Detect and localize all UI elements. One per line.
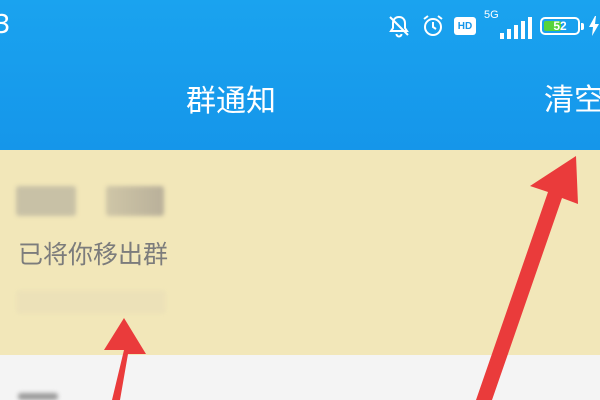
battery-level: 52 — [553, 19, 567, 33]
title-bar: 3 HD 5G 52 群通知 清空 — [0, 0, 600, 150]
blurred-detail-text — [16, 290, 166, 314]
blurred-next-item — [18, 393, 58, 400]
network-type-label: 5G — [484, 9, 499, 21]
alarm-clock-icon — [420, 13, 446, 39]
bell-muted-icon — [386, 13, 412, 39]
blurred-group-name — [16, 186, 76, 216]
battery-icon: 52 — [540, 17, 584, 35]
status-icons: HD 5G 52 — [386, 8, 600, 44]
signal-icon: 5G — [484, 9, 532, 41]
next-notification-item[interactable] — [0, 355, 600, 400]
charging-icon — [588, 14, 600, 38]
status-time: 3 — [0, 10, 11, 40]
clear-button[interactable]: 清空 — [544, 80, 600, 122]
blurred-group-name-2 — [106, 186, 164, 216]
page-title: 群通知 — [186, 84, 276, 119]
hd-badge: HD — [454, 17, 476, 35]
notification-message: 已将你移出群 — [18, 240, 169, 269]
